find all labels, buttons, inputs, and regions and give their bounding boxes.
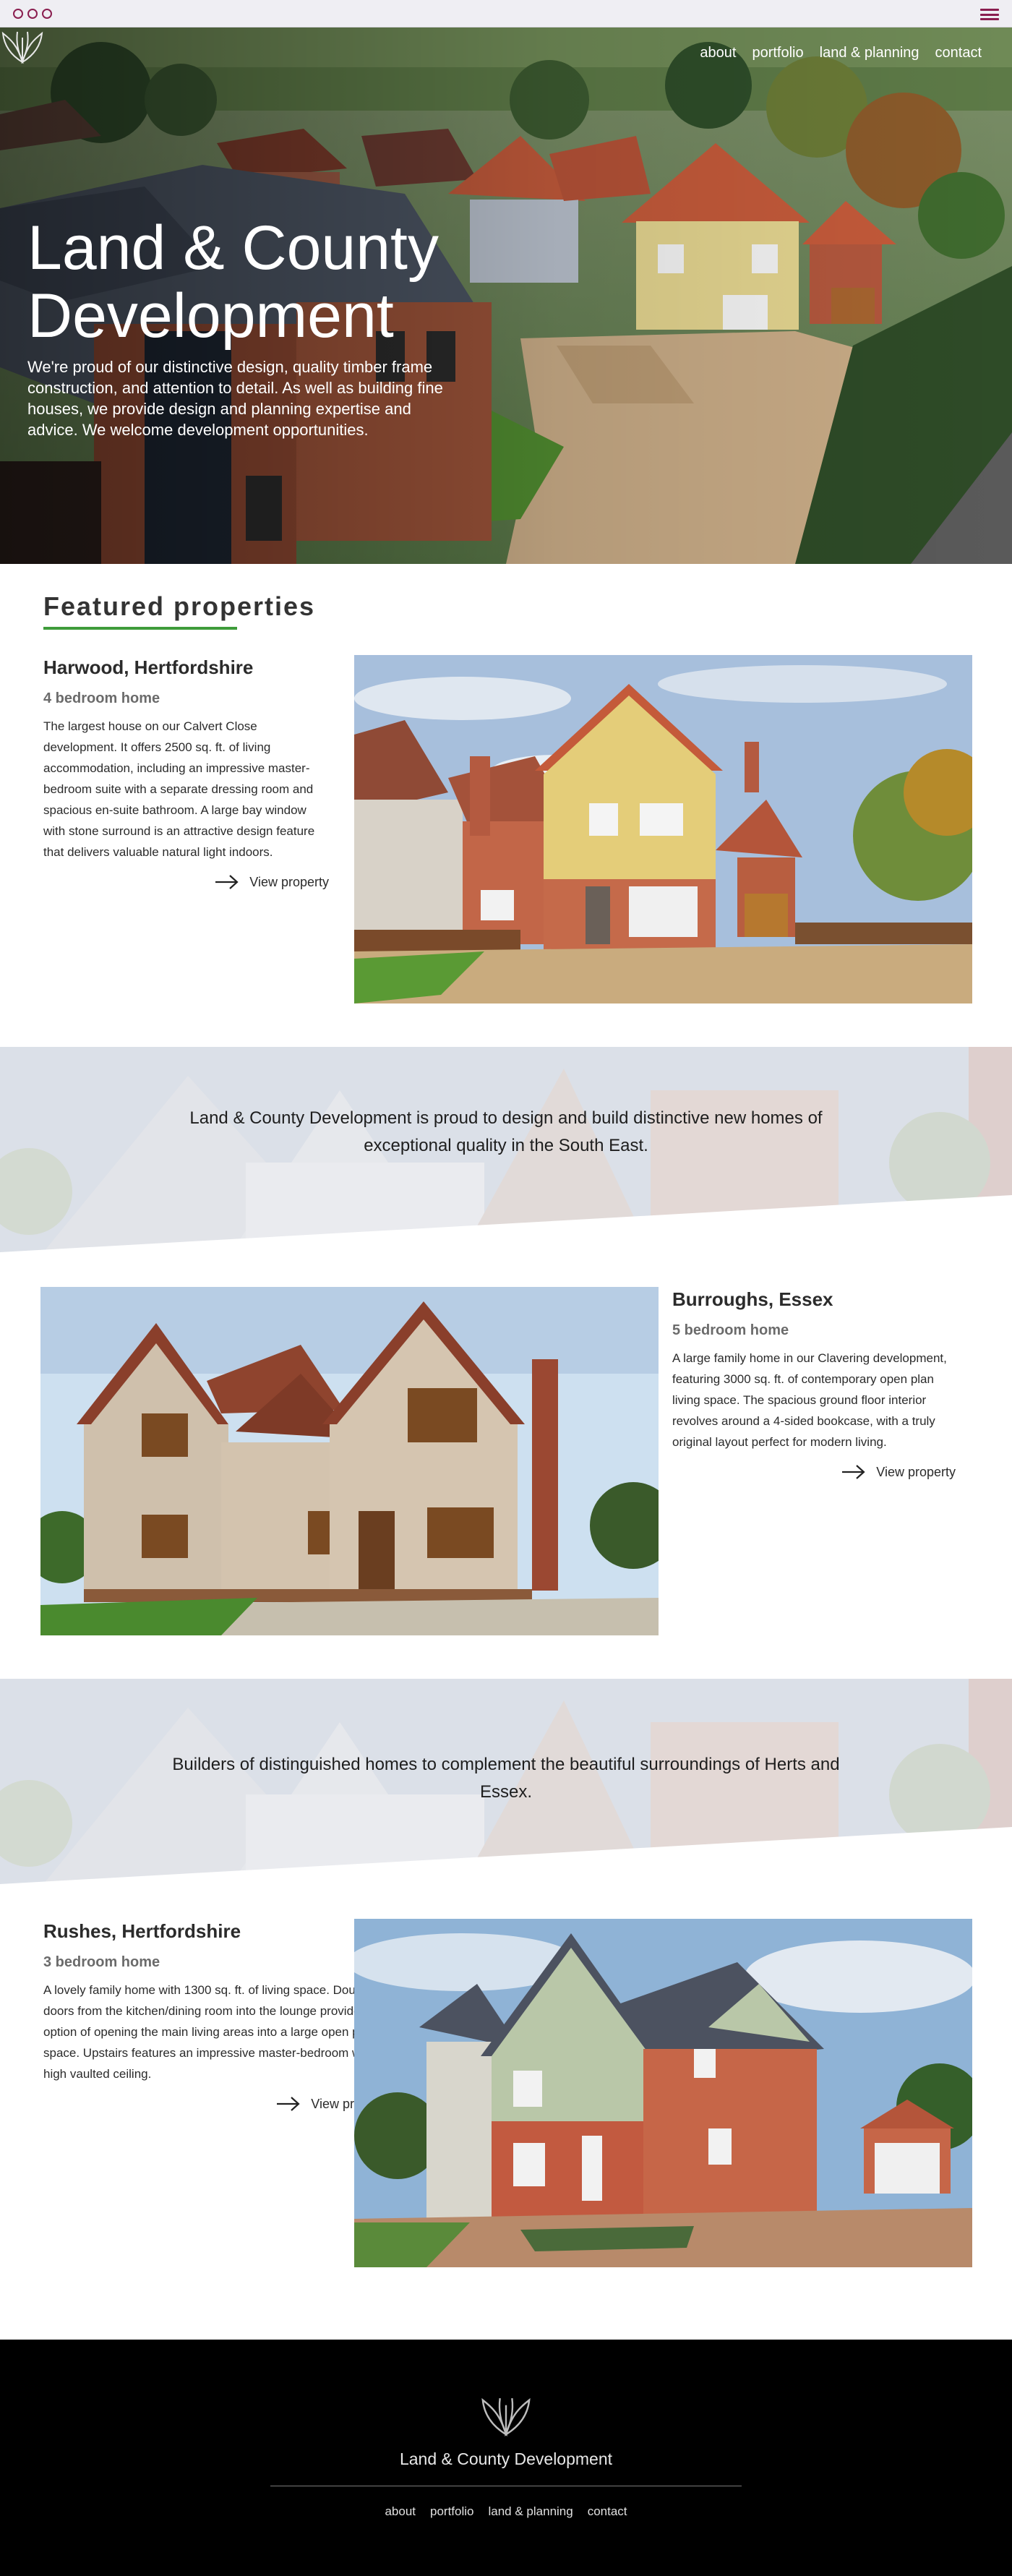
footer-nav-land-planning[interactable]: land & planning <box>489 2504 573 2519</box>
hero-section: about portfolio land & planning contact … <box>0 27 1012 564</box>
footer-nav-about[interactable]: about <box>385 2504 416 2519</box>
quality-banner: Land & County Development is proud to de… <box>0 1047 1012 1252</box>
property-name: Burroughs, Essex <box>672 1288 833 1310</box>
banner-quality-text: Land & County Development is proud to de… <box>189 1108 823 1155</box>
site-footer: Land & County Development about portfoli… <box>0 2340 1012 2576</box>
browser-bar <box>0 0 1012 27</box>
nav-land-planning[interactable]: land & planning <box>820 45 919 61</box>
arrow-right-icon <box>277 2097 300 2111</box>
minimize-window-dot[interactable] <box>27 9 38 19</box>
property-photo-harwood[interactable] <box>354 655 972 1004</box>
property-card-harwood: Harwood, Hertfordshire 4 bedroom home Th… <box>43 656 329 890</box>
property-name: Harwood, Hertfordshire <box>43 656 254 678</box>
footer-company-name: Land & County Development <box>399 2449 613 2468</box>
property-description: A lovely family home with 1300 sq. ft. o… <box>43 1983 387 2081</box>
hero-intro: We're proud of our distinctive design, q… <box>27 358 443 439</box>
leaf-crest-icon[interactable] <box>0 27 45 65</box>
hero-title: Land & County Development <box>27 214 533 350</box>
arrow-right-icon <box>842 1465 865 1479</box>
view-property-link[interactable]: View property <box>43 2096 390 2112</box>
arrow-right-icon <box>215 875 239 889</box>
close-window-dot[interactable] <box>13 9 23 19</box>
footer-nav-contact[interactable]: contact <box>588 2504 627 2519</box>
maximize-window-dot[interactable] <box>42 9 52 19</box>
view-property-link[interactable]: View property <box>672 1464 956 1480</box>
nav-portfolio[interactable]: portfolio <box>752 45 803 61</box>
nav-contact[interactable]: contact <box>935 45 982 61</box>
hero-title-line2: Development <box>27 281 394 351</box>
property-photo-rushes[interactable] <box>354 1919 972 2267</box>
featured-underline <box>43 627 237 630</box>
banner-surroundings-text: Builders of distinguished homes to compl… <box>172 1755 840 1802</box>
footer-navigation: about portfolio land & planning contact <box>0 2504 1012 2519</box>
property-photo-burroughs[interactable] <box>40 1287 659 1635</box>
surroundings-banner: Builders of distinguished homes to compl… <box>0 1679 1012 1884</box>
footer-nav-portfolio[interactable]: portfolio <box>430 2504 473 2519</box>
hamburger-icon[interactable] <box>980 9 999 20</box>
window-controls <box>13 9 52 19</box>
view-property-link[interactable]: View property <box>43 874 329 890</box>
property-card-burroughs: Burroughs, Essex 5 bedroom home A large … <box>672 1288 956 1480</box>
property-type: 4 bedroom home <box>43 690 160 706</box>
nav-about[interactable]: about <box>700 45 736 61</box>
leaf-crest-icon <box>481 2397 531 2436</box>
top-navigation: about portfolio land & planning contact <box>700 45 982 61</box>
property-name: Rushes, Hertfordshire <box>43 1920 241 1942</box>
property-description: A large family home in our Clavering dev… <box>672 1351 947 1449</box>
property-description: The largest house on our Calvert Close d… <box>43 719 315 859</box>
property-card-rushes: Rushes, Hertfordshire 3 bedroom home A l… <box>43 1920 390 2112</box>
property-type: 5 bedroom home <box>672 1322 789 1338</box>
property-type: 3 bedroom home <box>43 1954 160 1970</box>
featured-heading: Featured properties <box>43 591 316 621</box>
hero-title-line1: Land & County <box>27 213 439 283</box>
